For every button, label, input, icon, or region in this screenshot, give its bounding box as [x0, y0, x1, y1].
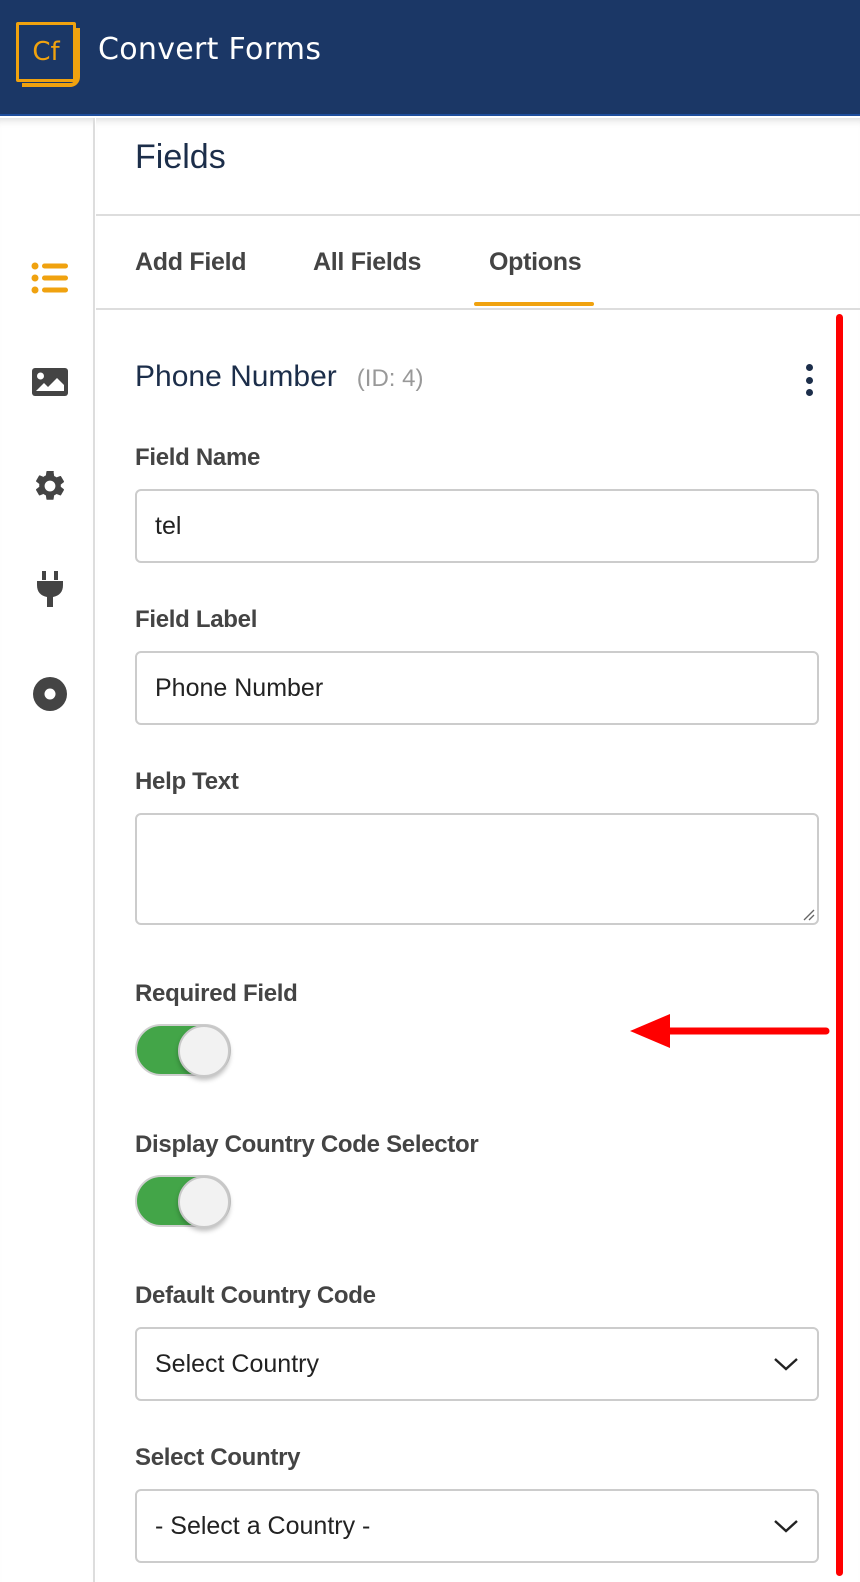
logo-text: Cf	[32, 37, 60, 67]
default-country-code-value: Select Country	[155, 1349, 319, 1378]
tab-options[interactable]: Options	[489, 248, 582, 277]
tab-add-field[interactable]: Add Field	[135, 248, 246, 277]
active-tab-indicator	[474, 302, 594, 306]
toggle-knob	[178, 1176, 230, 1228]
divider	[96, 308, 860, 310]
field-name-input[interactable]: tel	[135, 489, 819, 563]
select-country-label: Select Country	[135, 1444, 301, 1471]
list-icon	[31, 262, 68, 294]
record-icon	[33, 677, 67, 711]
chevron-down-icon	[774, 1358, 798, 1371]
page-title: Fields	[135, 138, 226, 176]
default-country-code-select[interactable]: Select Country	[135, 1327, 819, 1401]
main-panel: Fields Add Field All Fields Options Phon…	[96, 118, 860, 1582]
default-country-code-label: Default Country Code	[135, 1282, 376, 1309]
help-text-textarea[interactable]	[135, 813, 819, 925]
sidebar-item-behavior[interactable]	[30, 676, 70, 712]
field-label-label: Field Label	[135, 606, 258, 633]
country-selector-toggle[interactable]	[135, 1175, 231, 1228]
annotation-vertical-line	[836, 314, 843, 1576]
annotation-arrow-icon	[630, 1014, 830, 1048]
tab-all-fields[interactable]: All Fields	[313, 248, 421, 277]
plug-icon	[37, 571, 63, 607]
gear-icon	[35, 470, 65, 500]
field-label-value: Phone Number	[155, 673, 324, 702]
field-name-label: Field Name	[135, 444, 261, 471]
required-field-label: Required Field	[135, 980, 298, 1007]
sidebar-item-settings[interactable]	[30, 468, 70, 504]
image-icon	[32, 368, 68, 396]
app-logo[interactable]: Cf	[16, 22, 80, 87]
field-header: Phone Number (ID: 4)	[135, 360, 423, 394]
sidebar-item-fields[interactable]	[30, 260, 70, 296]
resize-grip-icon[interactable]	[801, 907, 815, 921]
field-name-value: tel	[155, 511, 182, 540]
sidebar-item-design[interactable]	[30, 364, 70, 400]
sidebar-item-integrations[interactable]	[30, 571, 70, 608]
field-id: (ID: 4)	[356, 365, 424, 392]
more-options-icon[interactable]	[802, 364, 816, 396]
field-title: Phone Number	[135, 360, 337, 393]
field-label-input[interactable]: Phone Number	[135, 651, 819, 725]
toggle-knob	[178, 1025, 230, 1077]
required-field-toggle[interactable]	[135, 1024, 231, 1077]
app-header: Cf Convert Forms	[0, 0, 860, 116]
tab-bar: Add Field All Fields Options	[96, 216, 860, 308]
help-text-label: Help Text	[135, 768, 239, 795]
country-selector-label: Display Country Code Selector	[135, 1131, 479, 1158]
select-country-select[interactable]: - Select a Country -	[135, 1489, 819, 1563]
sidebar	[0, 118, 95, 1582]
select-country-value: - Select a Country -	[155, 1511, 371, 1540]
chevron-down-icon	[774, 1520, 798, 1533]
app-title: Convert Forms	[98, 32, 322, 67]
